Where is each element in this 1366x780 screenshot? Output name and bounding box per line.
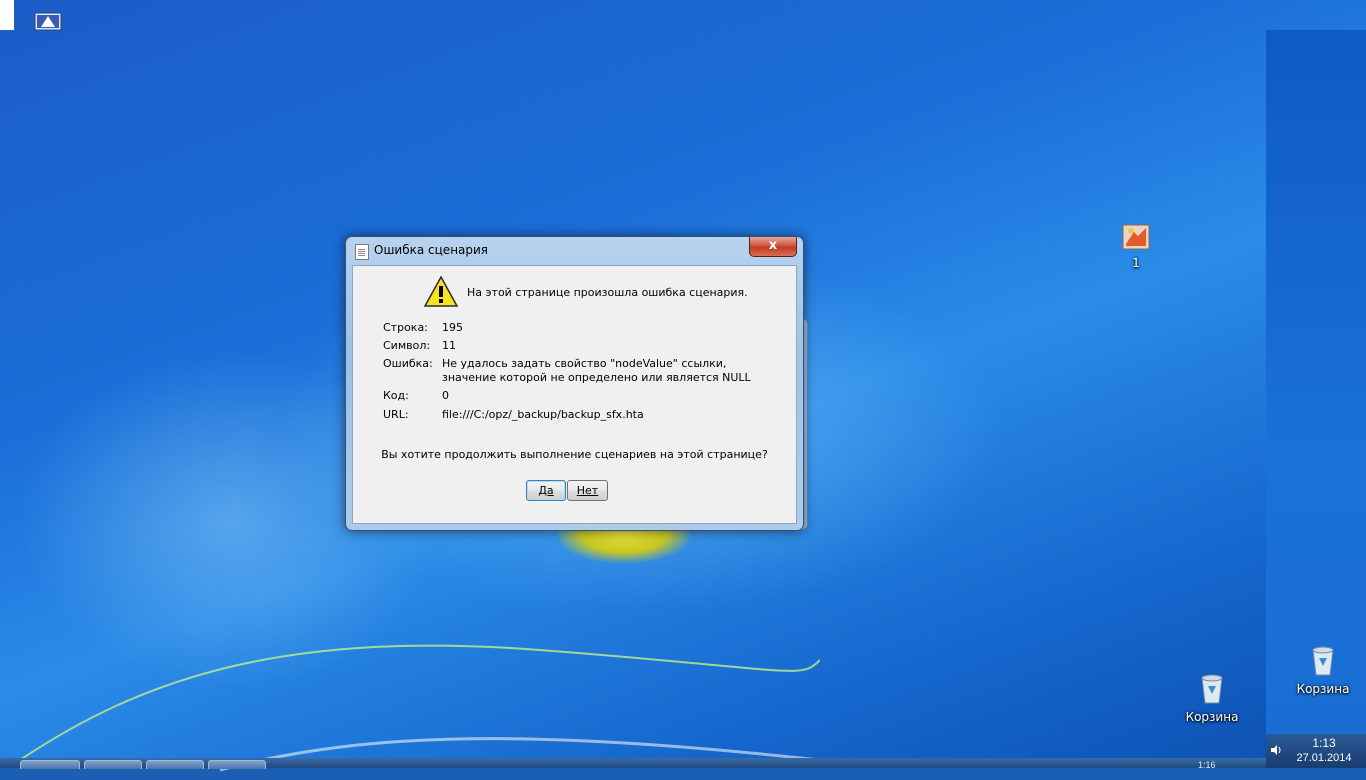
desktop-icon-recycle-bin[interactable]: Корзина	[1184, 672, 1240, 724]
field-value: 0	[442, 389, 449, 402]
field-value: Не удалось задать свойство "nodeValue" с…	[442, 357, 751, 384]
desktop-icon-label: Корзина	[1296, 682, 1350, 696]
dialog-client-area: На этой странице произошла ошибка сценар…	[352, 265, 797, 524]
field-label: URL:	[383, 408, 409, 421]
recycle-bin-icon	[1201, 674, 1223, 704]
desktop-icon-label: Корзина	[1185, 710, 1239, 724]
clock-date[interactable]: 27.01.2014	[1294, 752, 1354, 764]
corner-strip	[0, 0, 14, 30]
desktop-icon-label: 1	[1132, 256, 1140, 270]
desktop-icon-1[interactable]: 1	[1116, 224, 1156, 270]
clock-time[interactable]: 1:13	[1294, 736, 1354, 750]
speaker-icon[interactable]	[1270, 744, 1282, 756]
paint-app-icon	[1122, 224, 1150, 250]
system-tray: 1:13 27.01.2014	[1266, 734, 1366, 768]
window-app-icon[interactable]	[34, 10, 62, 32]
close-button[interactable]: x	[749, 237, 797, 257]
no-button[interactable]: Нет	[567, 480, 608, 501]
error-headline: На этой странице произошла ошибка сценар…	[467, 286, 748, 299]
second-desktop-strip	[1266, 30, 1366, 734]
field-label: Символ:	[383, 339, 431, 352]
dialog-title: Ошибка сценария	[374, 243, 489, 257]
document-icon	[355, 244, 369, 260]
field-label: Ошибка:	[383, 357, 433, 370]
script-error-dialog: Ошибка сценария x На этой странице произ…	[345, 236, 804, 531]
warning-icon	[424, 276, 458, 307]
wallpaper-swoosh	[20, 644, 820, 772]
taskbar-ghost-clock: 1:16	[1198, 760, 1216, 768]
field-value: 195	[442, 321, 463, 334]
continue-question: Вы хотите продолжить выполнение сценарие…	[381, 448, 768, 461]
yes-button[interactable]: Да	[526, 480, 566, 501]
recycle-bin-icon	[1312, 646, 1334, 676]
field-label: Код:	[383, 389, 409, 402]
field-value: 11	[442, 339, 456, 352]
field-label: Строка:	[383, 321, 428, 334]
field-value: file:///C:/opz/_backup/backup_sfx.hta	[442, 408, 644, 421]
desktop-icon-recycle-bin-2[interactable]: Корзина	[1295, 644, 1351, 696]
